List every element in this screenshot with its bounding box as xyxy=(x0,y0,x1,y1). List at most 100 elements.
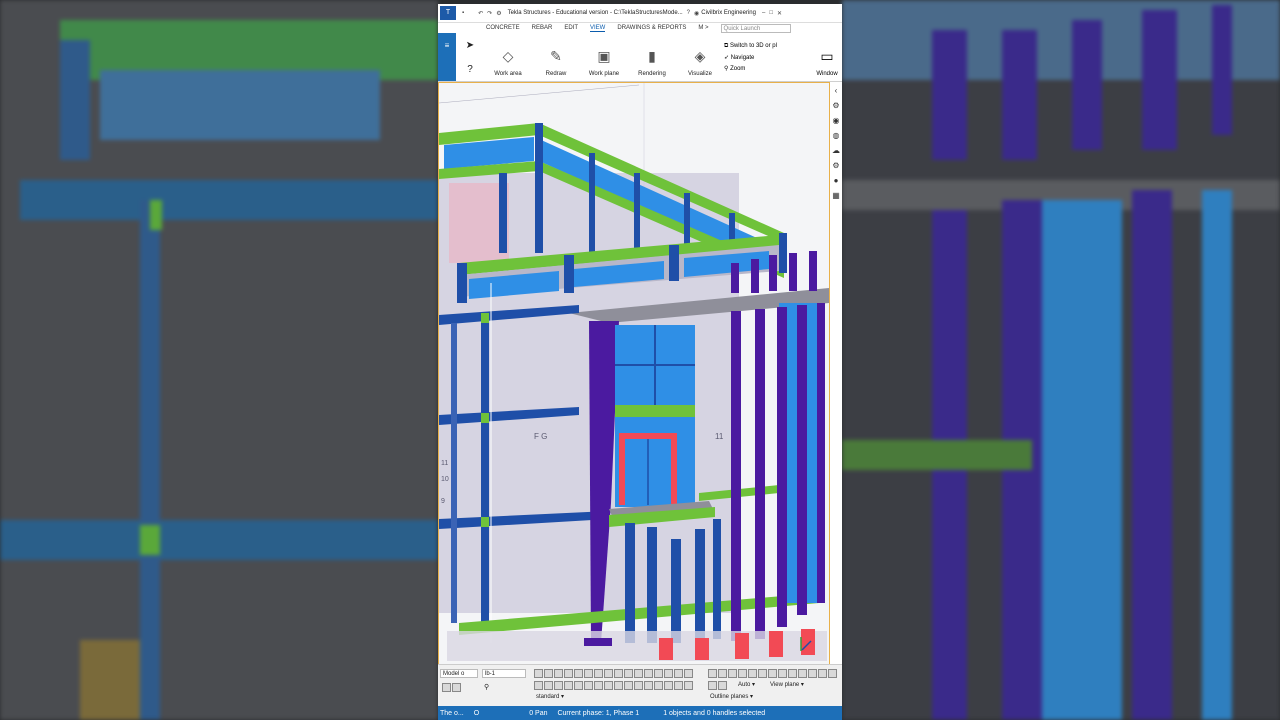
blurred-background-left xyxy=(0,0,438,720)
web-icon[interactable]: ◍ xyxy=(833,131,840,140)
status-bar: The o... O 0 Pan Current phase: 1, Phase… xyxy=(438,706,842,720)
status-phase[interactable]: Current phase: 1, Phase 1 xyxy=(557,710,639,717)
auto-label: Auto xyxy=(738,682,751,688)
purple-fin xyxy=(797,305,807,615)
camera-icon[interactable]: ● xyxy=(834,176,839,185)
outline-planes-label: Outline planes xyxy=(710,694,749,700)
maximize-icon[interactable]: □ xyxy=(769,10,773,16)
menu-drawings-reports[interactable]: DRAWINGS & REPORTS xyxy=(617,25,686,31)
work-area-icon: ◇ xyxy=(502,48,514,64)
work-plane-label: Work plane xyxy=(588,71,620,77)
redo-icon[interactable]: ↷ xyxy=(487,10,492,17)
standard-label: standard xyxy=(536,694,560,700)
snap-icon[interactable] xyxy=(452,683,461,692)
purple-fin xyxy=(731,311,741,641)
purple-fin xyxy=(755,309,765,639)
column xyxy=(589,153,595,253)
visualize-button[interactable]: ◈ Visualize xyxy=(676,33,724,81)
select-arrow-icon[interactable]: ➤ xyxy=(466,40,474,51)
snap-icon[interactable] xyxy=(442,683,451,692)
visualize-label: Visualize xyxy=(688,71,712,77)
settings-icon[interactable]: ⚙ xyxy=(496,10,501,17)
bottom-toolbar: Model o lb-1 ⚲ standard ▾ Auto ▾ View pl… xyxy=(438,664,842,707)
blurred-model-left xyxy=(0,0,438,720)
zoom-search-icon[interactable]: ⚲ xyxy=(484,683,489,691)
grid-label-9: 9 xyxy=(441,498,445,505)
snap-toolbar-row1 xyxy=(534,669,693,678)
switch-3d-label: Switch to 3D or pl xyxy=(729,42,777,49)
redraw-label: Redraw xyxy=(545,71,567,77)
snap-icons-left xyxy=(442,683,461,692)
zoom-button[interactable]: ⚲ Zoom xyxy=(724,65,804,72)
window-title: Tekla Structures - Educational version -… xyxy=(507,10,683,16)
view-toolbar-row1 xyxy=(708,669,837,678)
switch-3d-button[interactable]: ⧉ Switch to 3D or pl xyxy=(724,43,804,50)
view-plane-dropdown[interactable]: View plane ▾ xyxy=(768,681,812,690)
ribbon-side-menu[interactable]: ≡ xyxy=(438,33,456,81)
navigate-label: Navigate xyxy=(730,54,755,61)
help-icon[interactable]: ? xyxy=(687,10,690,16)
query-icon[interactable]: ? xyxy=(467,64,473,75)
collapse-arrow-icon[interactable]: ‹ xyxy=(835,86,838,95)
view-small-commands: ⧉ Switch to 3D or pl ➶ Navigate ⚲ Zoom xyxy=(724,33,804,81)
navigate-button[interactable]: ➶ Navigate xyxy=(724,54,804,61)
snap-toolbar-row2 xyxy=(534,681,693,690)
menu-icon[interactable]: ≡ xyxy=(438,41,456,50)
outline-planes-dropdown[interactable]: Outline planes ▾ xyxy=(708,693,768,702)
auto-dropdown[interactable]: Auto ▾ xyxy=(736,681,764,690)
model-dropdown[interactable]: Model o xyxy=(440,669,478,678)
model-viewport[interactable]: F G 11 10 9 11 xyxy=(438,82,830,666)
menu-more[interactable]: M > xyxy=(698,25,708,31)
rendering-button[interactable]: ▮ Rendering xyxy=(628,33,676,81)
visibility-icon[interactable]: ◉ xyxy=(833,116,840,125)
minimize-icon[interactable]: – xyxy=(762,10,765,16)
cloud-icon[interactable]: ☁ xyxy=(832,146,840,155)
lb-field[interactable]: lb-1 xyxy=(482,669,526,678)
grid-icon[interactable]: ▦ xyxy=(832,191,840,200)
blurred-model-right xyxy=(842,0,1280,720)
organization-name: Civilbrix Engineering xyxy=(701,10,756,16)
purple-fin xyxy=(777,307,787,627)
menu-edit[interactable]: EDIT xyxy=(564,25,578,31)
redraw-button[interactable]: ✎ Redraw xyxy=(532,33,580,81)
status-pan: 0 Pan xyxy=(529,709,548,717)
status-selection: 1 objects and 0 handles selected xyxy=(663,709,766,717)
close-icon[interactable]: ✕ xyxy=(777,10,782,17)
work-area-button[interactable]: ◇ Work area xyxy=(484,33,532,81)
title-bar: T ▪ ↶ ↷ ⚙ Tekla Structures - Educational… xyxy=(438,4,842,23)
window-label: Window xyxy=(816,71,838,77)
blurred-background-right xyxy=(842,0,1280,720)
view-plane-label: View plane xyxy=(770,682,800,688)
quick-launch-input[interactable]: Quick Launch xyxy=(720,23,791,33)
right-side-toolbar: ‹ ⚙ ◉ ◍ ☁ ⚙ ● ▦ xyxy=(830,82,842,216)
gear-icon[interactable]: ⚙ xyxy=(832,161,839,170)
window-button[interactable]: ▭ Window xyxy=(812,33,842,81)
menu-bar: CONCRETE REBAR EDIT VIEW DRAWINGS & REPO… xyxy=(438,23,842,33)
work-area-label: Work area xyxy=(494,71,522,77)
status-left: The o... xyxy=(440,709,464,717)
user-icon: ◉ xyxy=(694,10,700,17)
zoom-label: Zoom xyxy=(730,65,746,72)
column xyxy=(535,123,543,253)
redraw-icon: ✎ xyxy=(550,48,562,64)
standard-dropdown[interactable]: standard ▾ xyxy=(534,693,570,702)
column xyxy=(481,315,489,625)
column xyxy=(634,173,640,258)
work-plane-icon: ▣ xyxy=(597,48,611,64)
undo-icon[interactable]: ↶ xyxy=(478,10,483,17)
window-icon: ▭ xyxy=(820,48,834,64)
rendering-icon: ▮ xyxy=(648,48,656,64)
menu-concrete[interactable]: CONCRETE xyxy=(486,25,520,31)
view-toolbar-row2 xyxy=(708,681,727,690)
tekla-logo-icon: T xyxy=(440,6,456,20)
grid-label-11: 11 xyxy=(441,460,448,467)
grid-label-10: 10 xyxy=(441,476,449,483)
work-plane-button[interactable]: ▣ Work plane xyxy=(580,33,628,81)
menu-view[interactable]: VIEW xyxy=(590,25,606,32)
menu-rebar[interactable]: REBAR xyxy=(532,25,553,31)
properties-icon[interactable]: ⚙ xyxy=(832,101,839,110)
column xyxy=(499,173,507,253)
save-icon[interactable]: ▪ xyxy=(462,10,464,16)
building-model: F G 11 10 9 11 xyxy=(439,83,829,661)
grid-label-fg: F G xyxy=(534,432,547,441)
